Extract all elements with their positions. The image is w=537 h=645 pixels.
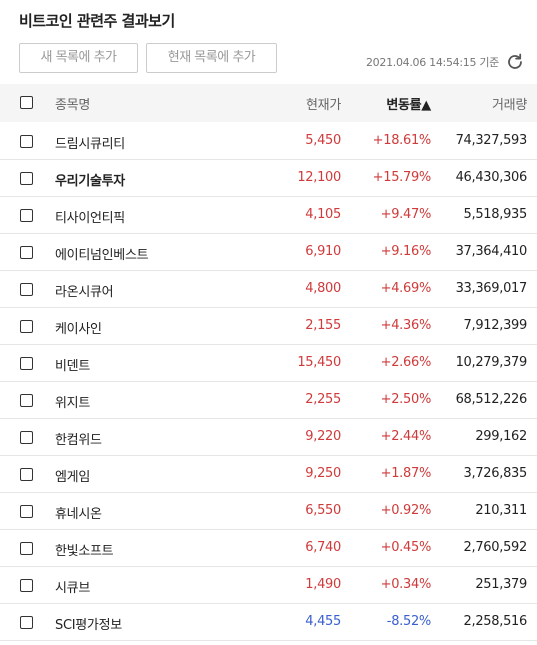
stock-name[interactable]: 티사이언티픽 xyxy=(55,207,125,226)
change-rate: +15.79% xyxy=(372,170,432,185)
table-row[interactable]: 케이사인 2,155 +4.36% 7,912,399 xyxy=(0,308,537,345)
table-row[interactable]: 라온시큐어 4,800 +4.69% 33,369,017 xyxy=(0,271,537,308)
change-rate: +0.45% xyxy=(380,540,432,555)
trade-volume: 2,258,516 xyxy=(463,614,528,629)
trade-volume: 74,327,593 xyxy=(455,133,528,148)
table-row[interactable]: 위지트 2,255 +2.50% 68,512,226 xyxy=(0,382,537,419)
stock-name[interactable]: SCI평가정보 xyxy=(55,614,122,633)
row-checkbox[interactable] xyxy=(20,542,33,555)
stock-name[interactable]: 케이사인 xyxy=(55,318,102,337)
current-price: 6,550 xyxy=(305,503,341,518)
trade-volume: 68,512,226 xyxy=(455,392,528,407)
current-price: 2,255 xyxy=(305,392,341,407)
current-price: 4,800 xyxy=(305,281,341,296)
change-rate: +9.47% xyxy=(380,207,432,222)
current-price: 6,910 xyxy=(305,244,341,259)
trade-volume: 7,912,399 xyxy=(463,318,528,333)
stock-name[interactable]: 휴네시온 xyxy=(55,503,102,522)
table-row[interactable]: SCI평가정보 4,455 -8.52% 2,258,516 xyxy=(0,604,537,641)
row-checkbox[interactable] xyxy=(20,468,33,481)
stock-name[interactable]: 시큐브 xyxy=(55,577,90,596)
add-to-current-list-button[interactable]: 현재 목록에 추가 xyxy=(146,43,277,73)
select-all-checkbox[interactable] xyxy=(20,96,33,109)
change-rate: +2.50% xyxy=(380,392,432,407)
refresh-icon[interactable] xyxy=(505,52,525,72)
trade-volume: 3,726,835 xyxy=(463,466,528,481)
stock-name[interactable]: 에이티넘인베스트 xyxy=(55,244,149,263)
current-price: 6,740 xyxy=(305,540,341,555)
table-row[interactable]: 에이티넘인베스트 6,910 +9.16% 37,364,410 xyxy=(0,234,537,271)
trade-volume: 37,364,410 xyxy=(455,244,528,259)
trade-volume: 10,279,379 xyxy=(455,355,528,370)
stock-results-panel: 비트코인 관련주 결과보기 새 목록에 추가 현재 목록에 추가 2021.04… xyxy=(0,0,537,645)
row-checkbox[interactable] xyxy=(20,320,33,333)
table-row[interactable]: 비덴트 15,450 +2.66% 10,279,379 xyxy=(0,345,537,382)
table-header: 종목명 현재가 변동률▲ 거래량 xyxy=(0,84,537,122)
header-change-sort[interactable]: 변동률▲ xyxy=(386,94,431,113)
timestamp: 2021.04.06 14:54:15 기준 xyxy=(365,56,499,69)
trade-volume: 2,760,592 xyxy=(463,540,528,555)
trade-volume: 210,311 xyxy=(475,503,527,518)
change-rate: +0.92% xyxy=(380,503,432,518)
trade-volume: 5,518,935 xyxy=(463,207,528,222)
change-rate: +18.61% xyxy=(372,133,432,148)
change-rate: +1.87% xyxy=(380,466,432,481)
row-checkbox[interactable] xyxy=(20,431,33,444)
header-price[interactable]: 현재가 xyxy=(306,94,341,113)
change-rate: +4.36% xyxy=(380,318,432,333)
change-rate: -8.52% xyxy=(386,614,432,629)
row-checkbox[interactable] xyxy=(20,172,33,185)
stock-name[interactable]: 라온시큐어 xyxy=(55,281,114,300)
change-rate: +9.16% xyxy=(380,244,432,259)
stock-name[interactable]: 한컴위드 xyxy=(55,429,102,448)
trade-volume: 299,162 xyxy=(475,429,527,444)
table-row[interactable]: 티사이언티픽 4,105 +9.47% 5,518,935 xyxy=(0,197,537,234)
current-price: 2,155 xyxy=(305,318,341,333)
page-title: 비트코인 관련주 결과보기 xyxy=(19,12,175,30)
table-row[interactable]: 엠게임 9,250 +1.87% 3,726,835 xyxy=(0,456,537,493)
current-price: 9,220 xyxy=(305,429,341,444)
stock-name[interactable]: 비덴트 xyxy=(55,355,90,374)
add-to-new-list-button[interactable]: 새 목록에 추가 xyxy=(19,43,138,73)
trade-volume: 251,379 xyxy=(475,577,527,592)
row-checkbox[interactable] xyxy=(20,505,33,518)
table-row[interactable]: 드림시큐리티 5,450 +18.61% 74,327,593 xyxy=(0,123,537,160)
current-price: 15,450 xyxy=(297,355,341,370)
row-checkbox[interactable] xyxy=(20,209,33,222)
change-rate: +4.69% xyxy=(380,281,432,296)
trade-volume: 46,430,306 xyxy=(455,170,528,185)
row-checkbox[interactable] xyxy=(20,246,33,259)
stock-name[interactable]: 드림시큐리티 xyxy=(55,133,125,152)
current-price: 12,100 xyxy=(297,170,341,185)
change-rate: +0.34% xyxy=(380,577,432,592)
row-checkbox[interactable] xyxy=(20,283,33,296)
current-price: 4,105 xyxy=(305,207,341,222)
current-price: 1,490 xyxy=(305,577,341,592)
table-row[interactable]: 우리기술투자 12,100 +15.79% 46,430,306 xyxy=(0,160,537,197)
row-checkbox[interactable] xyxy=(20,394,33,407)
stock-name[interactable]: 우리기술투자 xyxy=(55,170,125,189)
trade-volume: 33,369,017 xyxy=(455,281,528,296)
stock-name[interactable]: 엠게임 xyxy=(55,466,90,485)
row-checkbox[interactable] xyxy=(20,357,33,370)
table-row[interactable]: 시큐브 1,490 +0.34% 251,379 xyxy=(0,567,537,604)
current-price: 9,250 xyxy=(305,466,341,481)
current-price: 4,455 xyxy=(305,614,341,629)
header-name[interactable]: 종목명 xyxy=(55,94,90,113)
row-checkbox[interactable] xyxy=(20,135,33,148)
stock-name[interactable]: 위지트 xyxy=(55,392,90,411)
row-checkbox[interactable] xyxy=(20,616,33,629)
table-row[interactable]: 한빛소프트 6,740 +0.45% 2,760,592 xyxy=(0,530,537,567)
header-volume[interactable]: 거래량 xyxy=(492,94,527,113)
current-price: 5,450 xyxy=(305,133,341,148)
change-rate: +2.66% xyxy=(380,355,432,370)
table-row[interactable]: 휴네시온 6,550 +0.92% 210,311 xyxy=(0,493,537,530)
change-rate: +2.44% xyxy=(380,429,432,444)
stock-name[interactable]: 한빛소프트 xyxy=(55,540,114,559)
row-checkbox[interactable] xyxy=(20,579,33,592)
table-row[interactable]: 한컴위드 9,220 +2.44% 299,162 xyxy=(0,419,537,456)
